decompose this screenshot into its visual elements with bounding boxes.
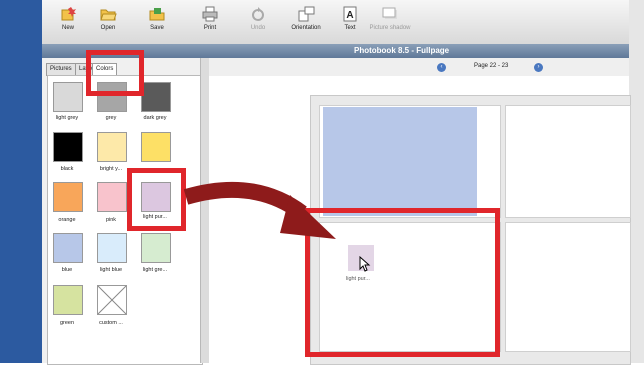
svg-text:A: A	[346, 10, 353, 21]
print-button[interactable]: Print	[190, 6, 230, 42]
save-icon	[149, 8, 165, 21]
picture-shadow-icon	[382, 7, 397, 19]
new-icon	[61, 7, 76, 21]
print-icon	[202, 6, 218, 22]
orientation-button[interactable]: Orientation	[286, 6, 326, 42]
swatch-label-light-green: light gre...	[142, 267, 168, 273]
text-button[interactable]: A Text	[330, 6, 370, 42]
swatch-light-grey[interactable]	[53, 82, 83, 112]
drag-arrow	[184, 181, 336, 239]
new-button[interactable]: New	[48, 6, 88, 42]
open-icon	[100, 9, 117, 21]
swatch-label-light-blue: light blue	[99, 267, 123, 273]
photo-frame-bottom-right[interactable]	[505, 222, 631, 352]
picture-shadow-label: Picture shadow	[369, 25, 411, 31]
highlight-colors-tab	[86, 50, 144, 96]
text-label: Text	[344, 25, 356, 31]
swatch-yellow[interactable]	[141, 132, 171, 162]
open-button[interactable]: Open	[88, 6, 128, 42]
swatch-label-grey: grey	[105, 115, 117, 121]
undo-button[interactable]: Undo	[238, 6, 278, 42]
page-indicator: Page 22 - 23	[474, 63, 509, 69]
new-label: New	[61, 25, 74, 31]
swatch-orange[interactable]	[53, 182, 83, 212]
swatch-label-light-grey: light grey	[55, 115, 79, 121]
next-page-icon[interactable]: ›	[534, 63, 543, 72]
window-right-edge	[629, 0, 644, 363]
swatch-black[interactable]	[53, 132, 83, 162]
top-left-blue-fill	[323, 107, 477, 216]
swatch-label-blue: blue	[61, 267, 73, 273]
swatch-label-dark-grey: dark grey	[143, 115, 167, 121]
picture-shadow-button[interactable]: Picture shadow	[368, 6, 412, 42]
swatch-custom[interactable]	[97, 285, 127, 315]
swatch-green[interactable]	[53, 285, 83, 315]
swatch-bright-yellow[interactable]	[97, 132, 127, 162]
text-icon: A	[343, 6, 357, 22]
orientation-label: Orientation	[291, 25, 321, 31]
undo-icon	[252, 7, 264, 21]
swatch-label-black: black	[60, 166, 74, 172]
print-label: Print	[203, 25, 217, 31]
photo-frame-top-right[interactable]	[505, 105, 631, 218]
previous-page-icon[interactable]: ‹	[437, 63, 446, 72]
window-title: Photobook 8.5 - Fullpage	[354, 46, 450, 55]
swatch-label-green: green	[59, 320, 75, 326]
swatch-label-custom: custom ...	[99, 320, 123, 326]
undo-label: Undo	[250, 25, 266, 31]
open-label: Open	[100, 25, 116, 31]
custom-color-cross-icon	[97, 285, 127, 315]
swatch-light-green[interactable]	[141, 233, 171, 263]
swatch-light-blue[interactable]	[97, 233, 127, 263]
swatch-label-orange: orange	[58, 217, 76, 223]
swatch-dark-grey[interactable]	[141, 82, 171, 112]
save-label: Save	[150, 25, 164, 31]
swatch-pink[interactable]	[97, 182, 127, 212]
page-navigation-bar	[209, 58, 629, 77]
highlight-light-purple-swatch	[127, 168, 186, 231]
save-button[interactable]: Save	[137, 6, 177, 42]
orientation-icon	[298, 6, 315, 22]
swatch-blue[interactable]	[53, 233, 83, 263]
desktop-left-strip	[0, 0, 42, 363]
